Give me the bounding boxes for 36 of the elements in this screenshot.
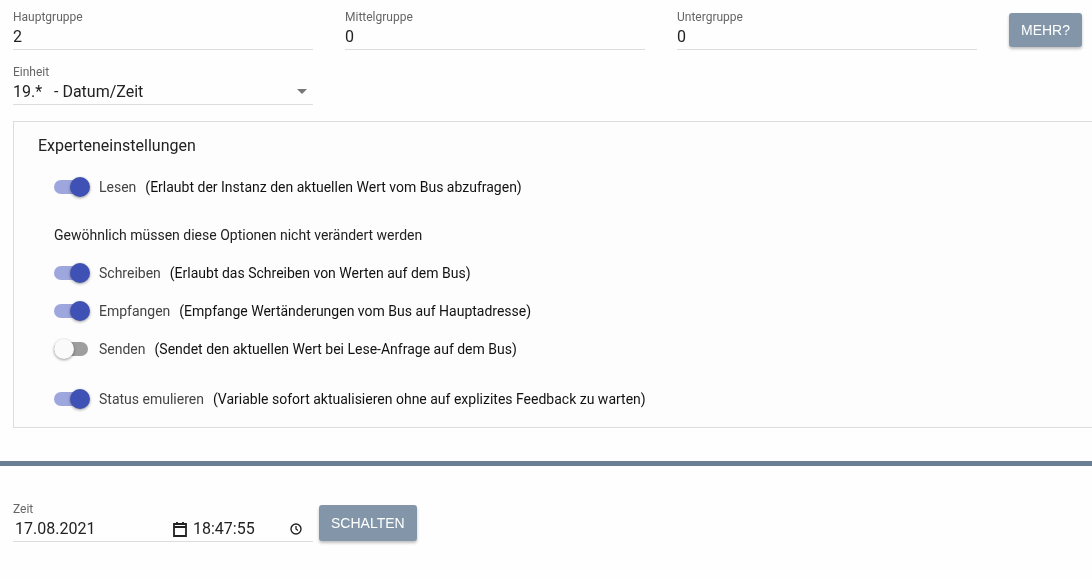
- field-label: Mittelgruppe: [345, 10, 413, 24]
- field-value: 19.* - Datum/Zeit: [13, 82, 144, 101]
- toggle-switch[interactable]: [54, 177, 90, 197]
- toggle-label: Schreiben: [99, 265, 161, 281]
- toggle-description: (Empfange Wertänderungen vom Bus auf Hauptadresse): [179, 303, 532, 319]
- field-label: Einheit: [13, 65, 50, 79]
- field-label: Untergruppe: [677, 10, 743, 24]
- toggle-description: (Erlaubt der Instanz den aktuellen Wert vom Bus abzufragen): [145, 179, 522, 195]
- toggle-description: (Erlaubt das Schreiben von Werten auf dem Bus): [169, 265, 471, 281]
- text-field[interactable]: Hauptgruppe 2: [13, 10, 313, 50]
- field-value: 0: [345, 27, 354, 46]
- toggle-description: (Variable sofort aktualisieren ohne auf explizites Feedback zu warten): [212, 391, 646, 407]
- text-field[interactable]: Mittelgruppe 0: [345, 10, 645, 50]
- clock-icon[interactable]: [290, 522, 302, 535]
- dropdown-caret-icon: [297, 89, 307, 94]
- panel-note: Gewöhnlich müssen diese Optionen nicht verändert werden: [54, 227, 423, 243]
- toggle-label: Lesen: [99, 179, 137, 195]
- toggle-label: Senden: [99, 341, 146, 357]
- field-value: 0: [677, 27, 686, 46]
- toggle-switch[interactable]: [54, 389, 90, 409]
- toggle-label: Empfangen: [99, 303, 171, 319]
- toggle-description: (Sendet den aktuellen Wert bei Lese-Anfrage auf dem Bus): [154, 341, 517, 357]
- datetime-field[interactable]: Zeit 17.08.2021 18:47:55: [13, 502, 313, 542]
- select-field[interactable]: Einheit 19.* - Datum/Zeit: [13, 65, 313, 105]
- toggle-switch[interactable]: [54, 301, 90, 321]
- toggle-label: Status emulieren: [99, 391, 204, 407]
- field-value: 2: [13, 27, 22, 46]
- field-label: Hauptgruppe: [13, 10, 83, 24]
- date-value: 17.08.2021: [15, 519, 97, 538]
- panel-title: Experteneinstellungen: [38, 136, 196, 155]
- time-value: 18:47:55: [193, 519, 256, 538]
- toggle-switch[interactable]: [54, 339, 90, 359]
- calendar-icon[interactable]: [173, 520, 187, 537]
- field-label: Zeit: [13, 502, 34, 516]
- toggle-switch[interactable]: [54, 263, 90, 283]
- text-field[interactable]: Untergruppe 0: [677, 10, 977, 50]
